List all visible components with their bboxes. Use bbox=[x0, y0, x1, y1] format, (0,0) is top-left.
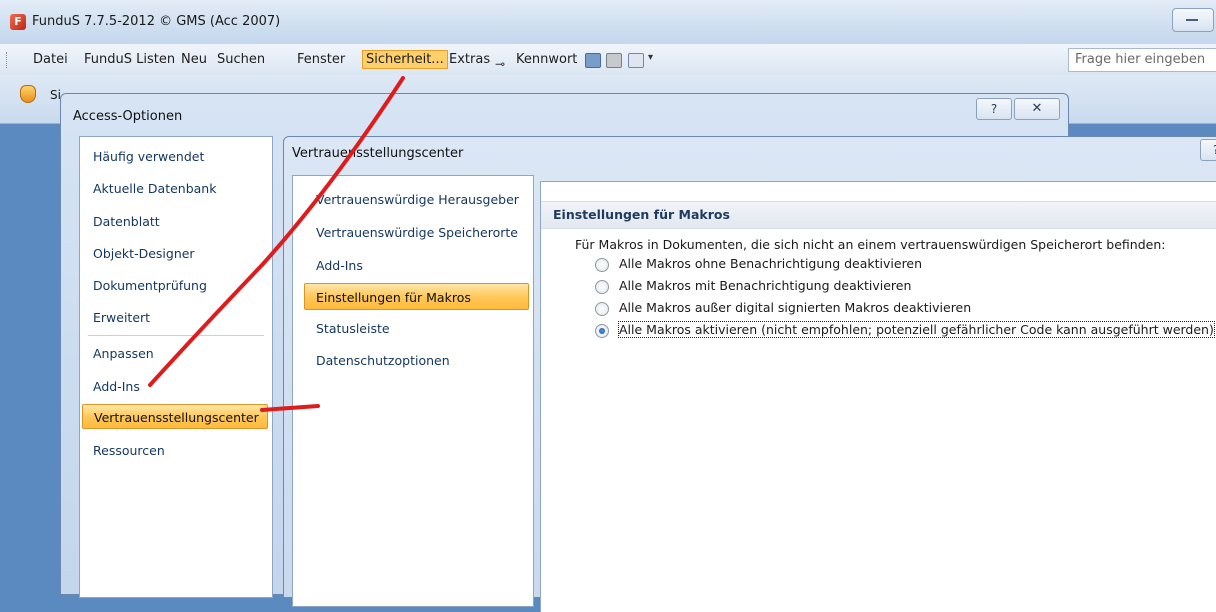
nav-objekt-designer[interactable]: Objekt-Designer bbox=[93, 246, 195, 261]
nav-datenblatt[interactable]: Datenblatt bbox=[93, 214, 160, 229]
dialog-title: Access-Optionen bbox=[73, 109, 183, 124]
close-button[interactable]: ✕ bbox=[1014, 98, 1060, 120]
nav-anpassen[interactable]: Anpassen bbox=[93, 346, 154, 361]
chevron-down-icon[interactable]: ▾ bbox=[648, 52, 653, 63]
nav-statusleiste[interactable]: Statusleiste bbox=[316, 321, 390, 336]
dialog-title: Vertrauensstellungscenter bbox=[292, 146, 464, 161]
help-search-input[interactable]: Frage hier eingeben bbox=[1068, 48, 1216, 72]
nav-haeufig-verwendet[interactable]: Häufig verwendet bbox=[93, 149, 204, 164]
key-icon: ⊸ bbox=[495, 57, 506, 71]
nav-erweitert[interactable]: Erweitert bbox=[93, 310, 150, 325]
menu-fenster[interactable]: Fenster bbox=[294, 51, 348, 68]
nav-divider bbox=[88, 335, 264, 336]
radio-button[interactable] bbox=[595, 302, 609, 316]
trust-center-dialog: Vertrauensstellungscenter ? Vertrauenswü… bbox=[283, 136, 1216, 612]
macro-intro-text: Für Makros in Dokumenten, die sich nicht… bbox=[575, 237, 1166, 252]
options-nav: Häufig verwendet Aktuelle Datenbank Date… bbox=[79, 136, 273, 598]
nav-aktuelle-datenbank[interactable]: Aktuelle Datenbank bbox=[93, 181, 216, 196]
nav-vertrauenswuerdige-speicherorte[interactable]: Vertrauenswürdige Speicherorte bbox=[316, 225, 518, 240]
section-title: Einstellungen für Makros bbox=[553, 207, 730, 222]
minimize-button[interactable] bbox=[1172, 8, 1214, 32]
menu-neu[interactable]: Neu bbox=[178, 51, 210, 68]
print-icon[interactable] bbox=[606, 53, 622, 68]
radio-button[interactable] bbox=[595, 258, 609, 272]
nav-dokumentpruefung[interactable]: Dokumentprüfung bbox=[93, 278, 207, 293]
nav-vertrauensstellungscenter[interactable]: Vertrauensstellungscenter bbox=[82, 404, 268, 429]
radio-label[interactable]: Alle Makros ohne Benachrichtigung deakti… bbox=[619, 256, 922, 271]
preview-icon[interactable] bbox=[628, 53, 644, 68]
shield-icon bbox=[20, 85, 36, 103]
nav-datenschutzoptionen[interactable]: Datenschutzoptionen bbox=[316, 353, 450, 368]
radio-button[interactable] bbox=[595, 280, 609, 294]
help-button[interactable]: ? bbox=[1200, 139, 1216, 161]
menu-kennwort[interactable]: Kennwort bbox=[513, 51, 580, 68]
menu-extras[interactable]: Extras bbox=[446, 51, 493, 68]
menu-datei[interactable]: Datei bbox=[30, 51, 71, 68]
macro-settings-panel: Einstellungen für Makros Für Makros in D… bbox=[540, 181, 1216, 612]
menu-fundus-listen[interactable]: FunduS Listen bbox=[81, 51, 178, 68]
nav-add-ins[interactable]: Add-Ins bbox=[93, 379, 140, 394]
app-icon: F bbox=[10, 14, 26, 30]
section-header: Einstellungen für Makros bbox=[541, 201, 1216, 229]
menu-bar: Datei FunduS Listen Neu Suchen Fenster S… bbox=[0, 44, 1216, 76]
toolbar-grip-icon[interactable] bbox=[6, 52, 10, 68]
save-icon[interactable] bbox=[585, 53, 601, 68]
nav-vertrauenswuerdige-herausgeber[interactable]: Vertrauenswürdige Herausgeber bbox=[316, 192, 519, 207]
menu-suchen[interactable]: Suchen bbox=[214, 51, 268, 68]
radio-label[interactable]: Alle Makros außer digital signierten Mak… bbox=[619, 300, 971, 315]
window-title: FunduS 7.7.5-2012 © GMS (Acc 2007) bbox=[32, 14, 281, 29]
radio-button-selected[interactable] bbox=[595, 324, 609, 338]
nav-einstellungen-fuer-makros[interactable]: Einstellungen für Makros bbox=[304, 283, 529, 310]
help-button[interactable]: ? bbox=[976, 98, 1012, 120]
nav-add-ins[interactable]: Add-Ins bbox=[316, 258, 363, 273]
trust-center-nav: Vertrauenswürdige Herausgeber Vertrauens… bbox=[292, 175, 534, 607]
radio-label[interactable]: Alle Makros mit Benachrichtigung deaktiv… bbox=[619, 278, 911, 293]
radio-label[interactable]: Alle Makros aktivieren (nicht empfohlen;… bbox=[618, 321, 1215, 338]
menu-sicherheit[interactable]: Sicherheit... bbox=[362, 50, 448, 69]
nav-ressourcen[interactable]: Ressourcen bbox=[93, 443, 165, 458]
